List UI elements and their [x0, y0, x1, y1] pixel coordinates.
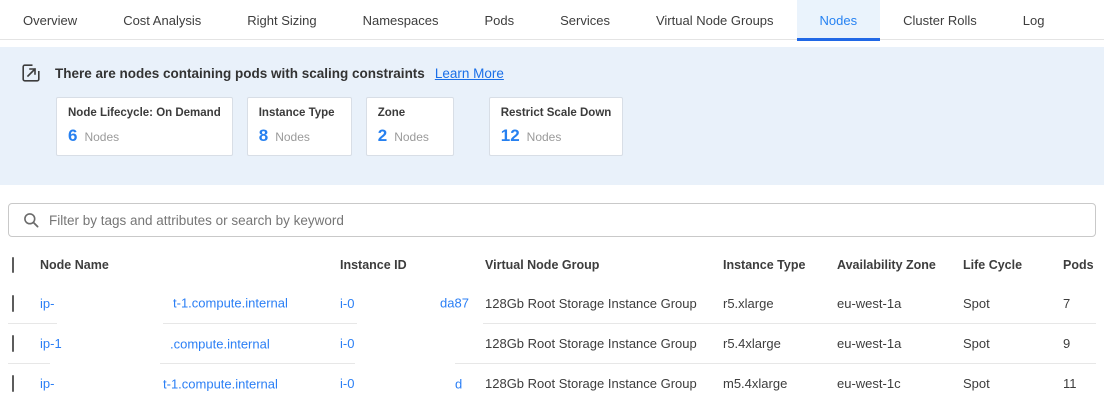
virtual-node-group-cell: 128Gb Root Storage Instance Group: [485, 296, 723, 311]
table-row: ip- t-1.compute.internal i-0 d 128Gb Roo…: [8, 363, 1096, 403]
pods-count-cell: 11: [1063, 376, 1096, 391]
tab-virtual-node-groups[interactable]: Virtual Node Groups: [633, 0, 797, 40]
column-header-pods: Pods: [1063, 258, 1096, 272]
tab-log[interactable]: Log: [1000, 0, 1068, 40]
instance-type-cell: r5.xlarge: [723, 296, 837, 311]
card-restrict-scale-down[interactable]: Restrict Scale Down 12 Nodes: [489, 97, 624, 156]
filter-search-box: [8, 203, 1096, 237]
pods-count-cell: 9: [1063, 336, 1096, 351]
card-count: 8: [259, 126, 268, 146]
node-name-link[interactable]: .compute.internal: [170, 336, 270, 351]
card-unit: Nodes: [275, 130, 310, 144]
availability-zone-cell: eu-west-1c: [837, 376, 963, 391]
row-checkbox[interactable]: [12, 295, 14, 312]
search-icon: [23, 212, 40, 229]
card-unit: Nodes: [527, 130, 562, 144]
select-all-checkbox[interactable]: [12, 257, 14, 273]
column-header-life-cycle: Life Cycle: [963, 258, 1063, 272]
card-count: 2: [378, 126, 387, 146]
card-title: Node Lifecycle: On Demand: [68, 107, 221, 119]
instance-type-cell: m5.4xlarge: [723, 376, 837, 391]
card-zone[interactable]: Zone 2 Nodes: [366, 97, 454, 156]
virtual-node-group-cell: 128Gb Root Storage Instance Group: [485, 376, 723, 391]
scaling-constraints-banner: There are nodes containing pods with sca…: [0, 47, 1104, 185]
life-cycle-cell: Spot: [963, 296, 1063, 311]
instance-id-link[interactable]: d: [455, 376, 462, 391]
learn-more-link[interactable]: Learn More: [435, 66, 504, 81]
card-instance-type[interactable]: Instance Type 8 Nodes: [247, 97, 352, 156]
card-count: 12: [501, 126, 520, 146]
column-header-availability-zone: Availability Zone: [837, 258, 963, 272]
node-name-link[interactable]: ip-1: [40, 336, 62, 351]
virtual-node-group-cell: 128Gb Root Storage Instance Group: [485, 336, 723, 351]
node-name-link[interactable]: ip-: [40, 376, 54, 391]
tab-cost-analysis[interactable]: Cost Analysis: [100, 0, 224, 40]
table-row: ip-1 .compute.internal i-0 128Gb Root St…: [8, 323, 1096, 363]
row-checkbox[interactable]: [12, 375, 14, 392]
card-node-lifecycle-on-demand[interactable]: Node Lifecycle: On Demand 6 Nodes: [56, 97, 233, 156]
card-title: Zone: [378, 107, 442, 119]
card-count: 6: [68, 126, 77, 146]
node-name-link[interactable]: t-1.compute.internal: [163, 376, 278, 391]
card-title: Instance Type: [259, 107, 340, 119]
column-header-instance-type: Instance Type: [723, 258, 837, 272]
tab-overview[interactable]: Overview: [0, 0, 100, 40]
node-name-link[interactable]: ip-: [40, 296, 54, 311]
pods-count-cell: 7: [1063, 296, 1096, 311]
instance-id-link[interactable]: da87: [440, 296, 469, 311]
tab-services[interactable]: Services: [537, 0, 633, 40]
instance-id-link[interactable]: i-0: [340, 296, 354, 311]
column-header-node-name: Node Name: [40, 258, 340, 272]
column-header-instance-id: Instance ID: [340, 258, 485, 272]
life-cycle-cell: Spot: [963, 376, 1063, 391]
tab-right-sizing[interactable]: Right Sizing: [224, 0, 339, 40]
search-input[interactable]: [49, 213, 1095, 228]
tab-namespaces[interactable]: Namespaces: [340, 0, 462, 40]
card-unit: Nodes: [84, 130, 119, 144]
tab-nodes[interactable]: Nodes: [797, 0, 881, 40]
row-checkbox[interactable]: [12, 335, 14, 352]
instance-type-cell: r5.4xlarge: [723, 336, 837, 351]
life-cycle-cell: Spot: [963, 336, 1063, 351]
table-row: ip- t-1.compute.internal i-0 da87 128Gb …: [8, 283, 1096, 323]
availability-zone-cell: eu-west-1a: [837, 296, 963, 311]
constraint-summary-cards: Node Lifecycle: On Demand 6 Nodes Instan…: [56, 97, 1104, 156]
banner-message: There are nodes containing pods with sca…: [55, 66, 425, 81]
instance-id-link[interactable]: i-0: [340, 336, 354, 351]
card-unit: Nodes: [394, 130, 429, 144]
scale-out-icon: [22, 64, 40, 82]
table-header-row: Node Name Instance ID Virtual Node Group…: [8, 247, 1096, 283]
nodes-table: Node Name Instance ID Virtual Node Group…: [8, 247, 1096, 403]
instance-id-link[interactable]: i-0: [340, 376, 354, 391]
tab-pods[interactable]: Pods: [461, 0, 537, 40]
tab-cluster-rolls[interactable]: Cluster Rolls: [880, 0, 1000, 40]
column-header-virtual-node-group: Virtual Node Group: [485, 258, 723, 272]
availability-zone-cell: eu-west-1a: [837, 336, 963, 351]
card-title: Restrict Scale Down: [501, 107, 612, 119]
node-name-link[interactable]: t-1.compute.internal: [173, 296, 288, 311]
cluster-tab-bar: Overview Cost Analysis Right Sizing Name…: [0, 0, 1104, 40]
